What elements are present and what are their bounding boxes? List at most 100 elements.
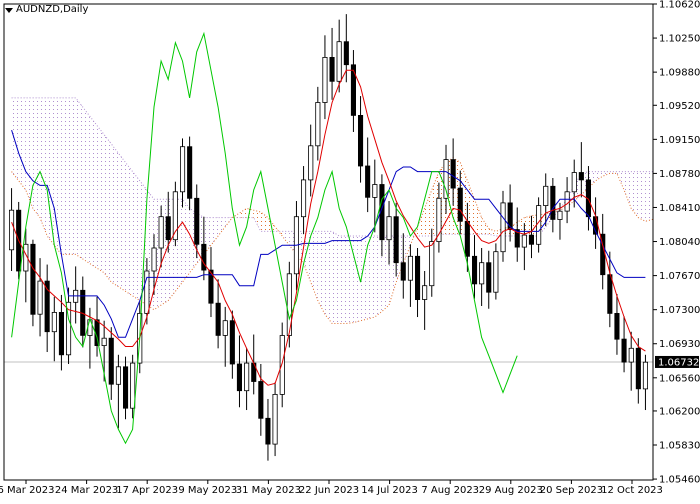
cloud-segment: [332, 231, 340, 324]
candle-body: [51, 311, 57, 333]
candle-body: [564, 191, 570, 212]
y-tick-label: 1.06560: [659, 373, 700, 384]
y-tick-label: 1.10620: [659, 0, 700, 11]
cloud-segment: [374, 236, 382, 318]
candle-body: [158, 216, 164, 249]
candle-body: [58, 311, 64, 356]
candle-body: [400, 262, 406, 281]
candle-body: [215, 302, 221, 336]
candle-body: [607, 274, 613, 314]
y-tick-label: 1.08410: [659, 203, 700, 214]
cloud-segment: [104, 134, 112, 283]
y-tick-label: 1.06200: [659, 406, 700, 417]
candle-body: [343, 41, 349, 66]
candle-body: [229, 320, 235, 365]
cloud-segment: [381, 236, 390, 312]
candle-body: [493, 251, 499, 293]
candle-body: [8, 209, 15, 251]
chart: 1.10620 1.10250 1.09880 1.09520 1.09150 1.087…: [0, 0, 700, 500]
y-tick-label: 1.10250: [659, 34, 700, 45]
candle-body: [329, 57, 335, 82]
cloud-segment: [18, 97, 26, 190]
candle-body: [336, 41, 342, 82]
candle-body: [357, 115, 364, 167]
candle-body: [308, 145, 314, 181]
x-tick-label: 12 Oct 2023: [601, 485, 663, 496]
x-tick-label: 24 Mar 2023: [55, 485, 118, 496]
candle-body: [457, 187, 463, 222]
candle-body: [628, 347, 634, 363]
y-tick-label: 1.08780: [659, 169, 700, 180]
y-tick-label: 1.09150: [659, 135, 700, 146]
candle-body: [614, 312, 620, 340]
y-tick-label: 1.09880: [659, 68, 700, 79]
x-tick-label: 17 Apr 2023: [116, 485, 178, 496]
cloud-segment: [32, 97, 41, 218]
candle-body: [500, 202, 506, 253]
cloud-segment: [82, 107, 90, 264]
candle-body: [521, 234, 527, 248]
candle-body: [187, 146, 193, 199]
cloud-segment: [111, 143, 119, 287]
current-price-label: 1.06732: [658, 357, 699, 368]
candle-body: [115, 366, 122, 385]
cloud-segment: [324, 231, 333, 324]
candle-body: [236, 363, 243, 392]
candle-body: [258, 381, 264, 419]
x-tick-label: 14 Jul 2023: [361, 485, 418, 496]
candle-body: [571, 172, 577, 193]
candle-body: [450, 159, 456, 189]
candle-body: [471, 255, 478, 285]
y-tick-label: 1.05830: [659, 441, 700, 452]
symbol-label: AUDNZD,Daily: [16, 4, 89, 15]
cloud-segment: [97, 125, 105, 273]
candle-body: [222, 320, 228, 336]
cloud-segment: [11, 97, 19, 181]
candle-body: [407, 255, 413, 281]
y-tick-label: 1.05460: [659, 475, 700, 486]
cloud-segment: [125, 162, 133, 296]
candle-body: [393, 216, 399, 264]
cloud-segment: [68, 97, 76, 255]
candle-body: [272, 393, 278, 445]
candle-body: [194, 197, 200, 245]
candle-body: [165, 216, 171, 241]
cloud-segment: [118, 153, 126, 292]
cloud-segment: [40, 97, 48, 237]
candle-body: [244, 362, 250, 392]
candle-body: [486, 262, 492, 293]
y-tick-label: 1.08040: [659, 237, 700, 248]
candle-body: [108, 337, 114, 385]
candle-body: [279, 335, 285, 395]
candle-body: [436, 197, 442, 243]
candle-body: [414, 255, 421, 300]
candle-body: [322, 57, 328, 103]
y-tick-label: 1.06930: [659, 339, 700, 350]
candle-body: [372, 184, 378, 198]
candle-body: [300, 179, 307, 218]
candle-body: [265, 417, 271, 445]
y-tick-label: 1.07670: [659, 271, 700, 282]
candle-body: [37, 280, 43, 315]
candle-body: [635, 347, 641, 390]
candle-body: [30, 243, 36, 315]
candle-body: [365, 165, 371, 198]
cloud-segment: [161, 199, 169, 306]
candle-body: [101, 337, 107, 347]
symbol-dropdown-icon[interactable]: [5, 8, 13, 13]
y-tick-label: 1.09520: [659, 101, 700, 112]
candle-body: [443, 159, 449, 199]
cloud-segment: [75, 97, 83, 260]
x-tick-label: 31 May 2023: [236, 485, 301, 496]
candle-body: [350, 64, 356, 116]
cloud-segment: [47, 97, 55, 246]
candle-body: [422, 285, 428, 300]
x-tick-label: 6 Mar 2023: [0, 485, 55, 496]
candle-body: [179, 146, 186, 193]
candle-body: [464, 220, 470, 257]
candle-body: [543, 185, 549, 207]
x-tick-label: 9 May 2023: [178, 485, 237, 496]
cloud-segment: [182, 199, 190, 283]
candle-body: [479, 262, 485, 285]
candle-body: [557, 210, 563, 220]
